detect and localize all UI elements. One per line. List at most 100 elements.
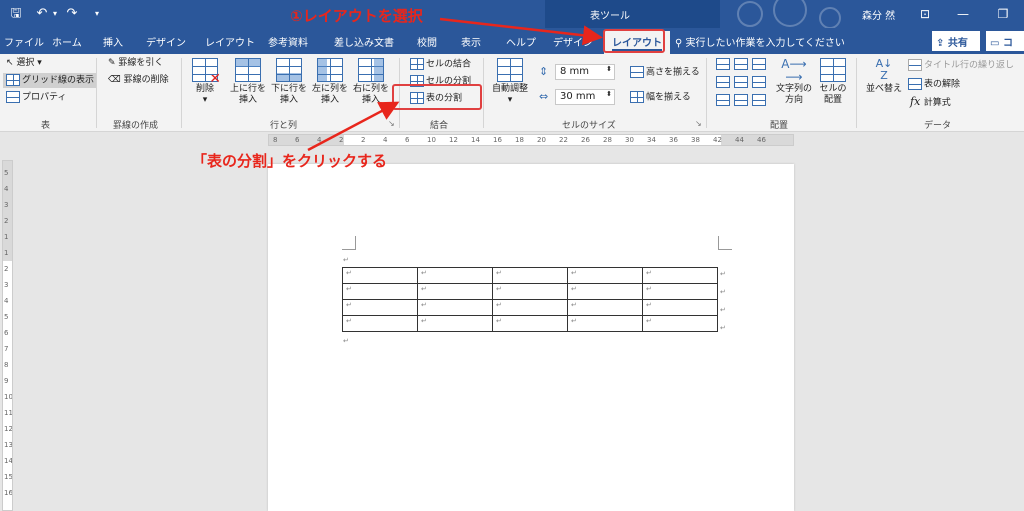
table-cell[interactable]: ↵ (567, 283, 643, 300)
ribbon-display-options-icon[interactable]: ⊡ (912, 4, 938, 24)
column-width-input[interactable]: 30 mm ⬍ (555, 89, 615, 105)
table-cell[interactable]: ↵ (567, 299, 643, 316)
gridlines-label: グリッド線の表示 (22, 75, 95, 86)
table-cell[interactable]: ↵ (417, 283, 493, 300)
table-cell[interactable]: ↵ (342, 267, 418, 284)
table-cell[interactable]: ↵ (642, 299, 718, 316)
ruler-tick-label: 26 (581, 136, 590, 144)
table-cell[interactable]: ↵ (492, 299, 568, 316)
align-top-left-icon[interactable] (716, 58, 730, 70)
undo-icon[interactable]: ↶ (34, 5, 50, 23)
table-cell[interactable]: ↵ (567, 315, 643, 332)
sort-button[interactable]: A↓ Z 並べ替え (864, 58, 904, 95)
annotation-highlight-layout-tab (603, 29, 665, 53)
text-direction-button[interactable]: A⟶ ⟶ 文字列の 方向 (773, 58, 815, 106)
restore-icon[interactable]: ❐ (990, 4, 1016, 24)
spinner-icon[interactable]: ⬍ (606, 65, 612, 73)
tab-layout[interactable]: レイアウト (205, 34, 255, 49)
align-top-right-icon[interactable] (752, 58, 766, 70)
merge-cells-button[interactable]: セルの結合 (410, 58, 471, 71)
user-name[interactable]: 森分 然 (862, 7, 895, 22)
comments-button[interactable]: ▭ コメ (986, 31, 1024, 64)
table-cell[interactable]: ↵ (492, 283, 568, 300)
properties-button[interactable]: プロパティ (6, 91, 66, 104)
tab-review[interactable]: 校閲 (417, 34, 437, 49)
table-row: ↵ ↵ ↵ ↵ ↵ (342, 283, 718, 300)
tab-home[interactable]: ホーム (52, 34, 82, 49)
insert-left-button[interactable]: 左に列を 挿入 (311, 58, 349, 106)
draw-table-button[interactable]: ✎ 罫線を引く (108, 58, 163, 69)
cell-margins-label-2: 配置 (823, 95, 842, 105)
dialog-launcher-icon[interactable]: ↘ (695, 119, 702, 128)
tab-design[interactable]: デザイン (146, 34, 186, 49)
align-center-left-icon[interactable] (716, 76, 730, 88)
tab-insert[interactable]: 挿入 (103, 34, 123, 49)
formula-button[interactable]: fx 計算式 (910, 96, 951, 109)
align-bottom-right-icon[interactable] (752, 94, 766, 106)
undo-dropdown-icon[interactable]: ▾ (50, 5, 60, 23)
insert-below-label: 下に行を (270, 84, 307, 94)
tell-me-search[interactable]: ⚲ 実行したい作業を入力してください (675, 34, 845, 49)
align-bottom-center-icon[interactable] (734, 94, 748, 106)
save-icon[interactable]: 🖫 (8, 5, 24, 23)
ruler-tick-label: 6 (295, 136, 300, 144)
document-table[interactable]: ↵ ↵ ↵ ↵ ↵ ↵ ↵ ↵ ↵ ↵ ↵ ↵ ↵ ↵ ↵ ↵ ↵ ↵ ↵ ↵ (342, 267, 718, 332)
column-width-icon: ⇔ (539, 90, 549, 103)
minimize-icon[interactable]: — (950, 4, 976, 24)
table-cell[interactable]: ↵ (642, 315, 718, 332)
table-cell[interactable]: ↵ (342, 299, 418, 316)
row-height-icon: ⇕ (539, 65, 549, 78)
end-of-row-mark: ↵ (720, 324, 726, 332)
table-row: ↵ ↵ ↵ ↵ ↵ (342, 315, 718, 332)
tell-me-text: 実行したい作業を入力してください (685, 38, 845, 49)
vertical-ruler[interactable]: 5 4 3 2 1 1 2 3 4 5 6 7 8 9 10 11 12 13 14 15 16 (2, 160, 13, 511)
row-height-input[interactable]: 8 mm ⬍ (555, 64, 615, 80)
tab-table-design[interactable]: デザイン (553, 34, 593, 49)
ribbon: ↖ 選択 ▾ グリッド線の表示 プロパティ 表 ✎ 罫線を引く ⌫ 罫線の削除 … (0, 54, 1024, 132)
eraser-button[interactable]: ⌫ 罫線の削除 (108, 75, 169, 86)
table-cell[interactable]: ↵ (492, 315, 568, 332)
horizontal-ruler[interactable]: 8 6 4 2 2 4 6 10 12 14 16 18 20 22 26 28 30 34 36 38 42 44 46 (268, 134, 794, 146)
cell-margins-button[interactable]: セルの 配置 (818, 58, 848, 106)
view-gridlines-button[interactable]: グリッド線の表示 (3, 73, 98, 88)
table-cell[interactable]: ↵ (342, 283, 418, 300)
distribute-columns-label: 幅を揃える (646, 92, 691, 103)
table-cell[interactable]: ↵ (342, 315, 418, 332)
distribute-rows-button[interactable]: 高さを揃える (630, 66, 700, 79)
tab-file[interactable]: ファイル (4, 34, 44, 49)
table-cell[interactable]: ↵ (642, 267, 718, 284)
insert-below-button[interactable]: 下に行を 挿入 (270, 58, 308, 106)
share-button[interactable]: ⇪ 共有 (932, 31, 980, 51)
dialog-launcher-icon[interactable]: ↘ (388, 119, 395, 128)
insert-right-button[interactable]: 右に列を 挿入 (352, 58, 390, 106)
autofit-button[interactable]: 自動調整 ▾ (490, 58, 530, 106)
align-top-center-icon[interactable] (734, 58, 748, 70)
ruler-tick-label: 6 (4, 329, 9, 337)
autofit-icon (497, 58, 523, 82)
tab-mailings[interactable]: 差し込み文書 (334, 34, 394, 49)
select-button[interactable]: ↖ 選択 ▾ (6, 58, 42, 69)
table-cell[interactable]: ↵ (642, 283, 718, 300)
table-cell[interactable]: ↵ (567, 267, 643, 284)
align-bottom-left-icon[interactable] (716, 94, 730, 106)
table-cell[interactable]: ↵ (492, 267, 568, 284)
tab-view[interactable]: 表示 (461, 34, 481, 49)
ruler-tick-label: 38 (691, 136, 700, 144)
redo-icon[interactable]: ↷ (64, 5, 80, 23)
convert-to-text-button[interactable]: 表の解除 (908, 78, 960, 91)
eraser-label: 罫線の削除 (123, 75, 169, 85)
distribute-columns-button[interactable]: 幅を揃える (630, 91, 691, 104)
table-cell[interactable]: ↵ (417, 267, 493, 284)
table-cell[interactable]: ↵ (417, 299, 493, 316)
table-cell[interactable]: ↵ (417, 315, 493, 332)
align-center-right-icon[interactable] (752, 76, 766, 88)
insert-row-below-icon (276, 58, 302, 82)
tab-help[interactable]: ヘルプ (506, 34, 536, 49)
customize-qat-icon[interactable]: ▾ (92, 5, 102, 23)
repeat-header-rows-button[interactable]: タイトル行の繰り返し (908, 59, 1014, 72)
tab-references[interactable]: 参考資料 (268, 34, 308, 49)
delete-button[interactable]: ✕ 削除 ▾ (190, 58, 221, 106)
spinner-icon[interactable]: ⬍ (606, 90, 612, 98)
insert-above-button[interactable]: 上に行を 挿入 (229, 58, 267, 106)
align-center-icon[interactable] (734, 76, 748, 88)
